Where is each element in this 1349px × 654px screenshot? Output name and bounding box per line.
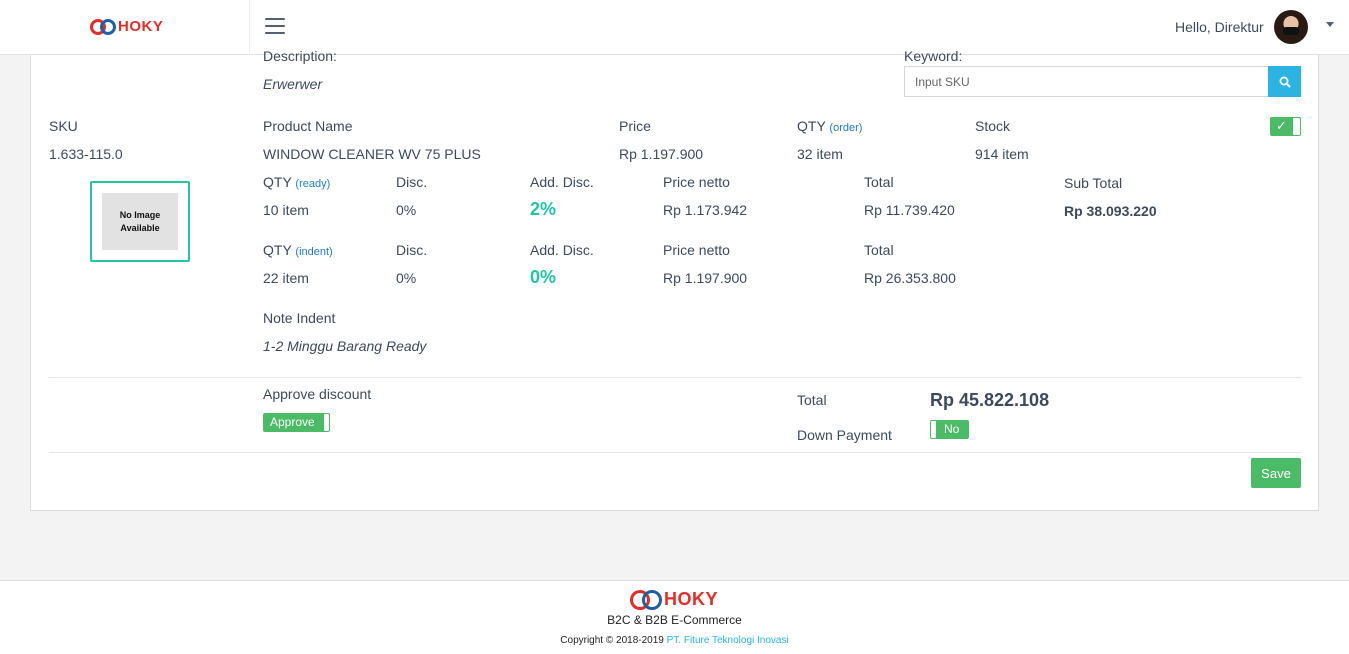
- footer-tagline: B2C & B2B E-Commerce: [607, 613, 742, 627]
- approve-toggle-label: Approve: [270, 415, 315, 429]
- netto-ready-label: Price netto: [663, 174, 730, 190]
- order-detail-card: Description: Erwerwer Keyword: SKU 1.633…: [30, 48, 1319, 511]
- product-select-toggle[interactable]: ✓: [1270, 117, 1301, 136]
- price-value: Rp 1.197.900: [619, 146, 704, 162]
- netto-ready-value: Rp 1.173.942: [663, 202, 748, 218]
- approve-toggle[interactable]: Approve: [263, 413, 330, 432]
- total-indent-value: Rp 26.353.800: [864, 270, 956, 286]
- chevron-down-icon[interactable]: [1326, 22, 1334, 27]
- search-icon: [1279, 76, 1291, 88]
- total-label: Total: [797, 392, 827, 408]
- sku-label: SKU: [49, 118, 78, 134]
- sku-search-input[interactable]: [904, 66, 1268, 97]
- subtotal-label: Sub Total: [1064, 175, 1123, 191]
- down-payment-toggle-label: No: [944, 422, 960, 436]
- qty-ready-value: 10 item: [263, 202, 309, 218]
- qty-order-value: 32 item: [797, 146, 843, 162]
- description-label: Description:: [263, 48, 337, 64]
- subtotal-value: Rp 38.093.220: [1064, 203, 1157, 219]
- product-image: No Image Available: [90, 181, 190, 262]
- stock-value: 914 item: [975, 146, 1029, 162]
- no-image-placeholder: No Image Available: [102, 193, 178, 250]
- brand-area: HOKY: [0, 0, 250, 55]
- logo-mark-icon: [90, 18, 116, 35]
- disc-indent-value: 0%: [396, 270, 417, 286]
- logo-mark-icon: [630, 589, 662, 610]
- sku-search: [904, 66, 1301, 97]
- user-greeting[interactable]: Hello, Direktur: [1175, 19, 1264, 35]
- company-link[interactable]: PT. Fiture Teknologi Inovasi: [667, 635, 789, 646]
- qty-order-label: QTY (order): [797, 118, 863, 134]
- avatar[interactable]: [1274, 10, 1308, 44]
- disc-ready-label: Disc.: [396, 174, 428, 190]
- approve-discount-label: Approve discount: [263, 386, 372, 402]
- divider: [49, 452, 1302, 453]
- qty-indent-value: 22 item: [263, 270, 309, 286]
- qty-ready-tag: (ready): [295, 178, 331, 190]
- total-indent-label: Total: [864, 242, 894, 258]
- sku-value: 1.633-115.0: [49, 146, 123, 162]
- hamburger-icon[interactable]: [265, 18, 285, 36]
- footer-logo: HOKY: [630, 589, 718, 610]
- brand-name: HOKY: [118, 18, 164, 35]
- footer: HOKY B2C & B2B E-Commerce Copyright © 20…: [0, 580, 1349, 654]
- product-name-label: Product Name: [263, 118, 353, 134]
- add-disc-indent-value: 0%: [530, 267, 557, 287]
- add-disc-ready-value: 2%: [530, 199, 557, 219]
- qty-ready-label: QTY (ready): [263, 174, 331, 190]
- down-payment-label: Down Payment: [797, 427, 892, 443]
- save-button[interactable]: Save: [1251, 458, 1301, 488]
- down-payment-toggle[interactable]: No: [930, 420, 969, 439]
- note-indent-value: 1-2 Minggu Barang Ready: [263, 338, 427, 354]
- add-disc-indent-label: Add. Disc.: [530, 242, 594, 258]
- netto-indent-value: Rp 1.197.900: [663, 270, 748, 286]
- divider: [49, 377, 1302, 378]
- add-disc-ready-label: Add. Disc.: [530, 174, 594, 190]
- qty-indent-label: QTY (indent): [263, 242, 333, 258]
- total-ready-label: Total: [864, 174, 894, 190]
- disc-indent-label: Disc.: [396, 242, 428, 258]
- netto-indent-label: Price netto: [663, 242, 730, 258]
- keyword-label: Keyword:: [904, 48, 963, 64]
- product-name-value: WINDOW CLEANER WV 75 PLUS: [263, 146, 481, 162]
- price-label: Price: [619, 118, 651, 134]
- disc-ready-value: 0%: [396, 202, 417, 218]
- check-icon: ✓: [1276, 118, 1287, 133]
- description-value: Erwerwer: [263, 76, 323, 92]
- grand-total-value: Rp 45.822.108: [930, 390, 1050, 410]
- top-navbar: HOKY Hello, Direktur: [0, 0, 1349, 55]
- note-indent-label: Note Indent: [263, 310, 336, 326]
- qty-order-tag: (order): [829, 122, 863, 134]
- footer-brand-name: HOKY: [664, 589, 719, 609]
- footer-copyright: Copyright © 2018-2019 PT. Fiture Teknolo…: [560, 635, 789, 646]
- search-button[interactable]: [1268, 66, 1301, 97]
- hoky-logo[interactable]: HOKY: [90, 18, 163, 35]
- qty-indent-tag: (indent): [295, 246, 333, 258]
- stock-label: Stock: [975, 118, 1011, 134]
- total-ready-value: Rp 11.739.420: [864, 202, 955, 218]
